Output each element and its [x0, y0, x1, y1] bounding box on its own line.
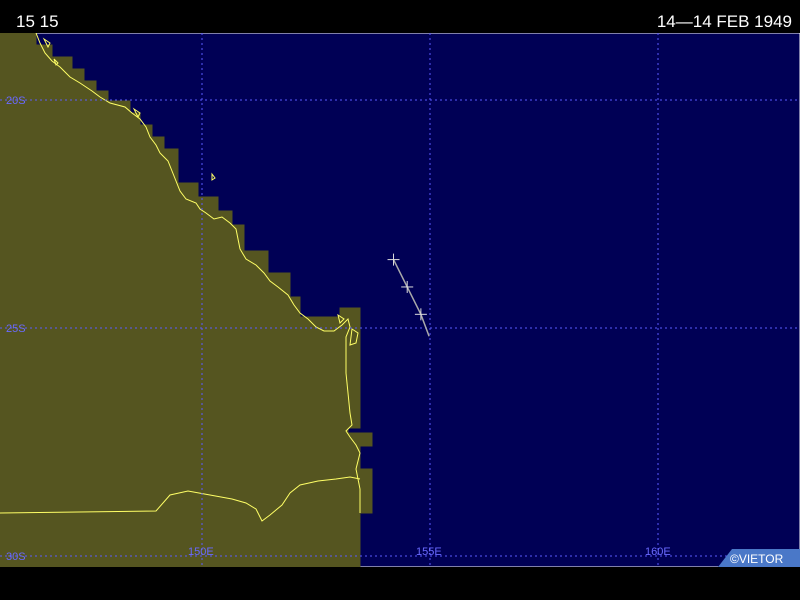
lat-label-25s: 25S	[6, 323, 26, 335]
lat-label-20s: 20S	[6, 95, 26, 107]
lon-label-160e: 160E	[645, 546, 671, 558]
lon-label-155e: 155E	[416, 546, 442, 558]
storm-id-label: 15 15	[16, 12, 59, 31]
lon-label-150e: 150E	[188, 546, 214, 558]
credit-text: ©VIETOR	[730, 552, 784, 566]
map-canvas: 20S 25S 30S 150E 155E 160E ©VIETOR	[0, 33, 800, 567]
date-range-label: 14—14 FEB 1949	[656, 12, 792, 31]
lat-label-30s: 30S	[6, 551, 26, 563]
track-map: 20S 25S 30S 150E 155E 160E ©VIETOR	[0, 33, 800, 567]
